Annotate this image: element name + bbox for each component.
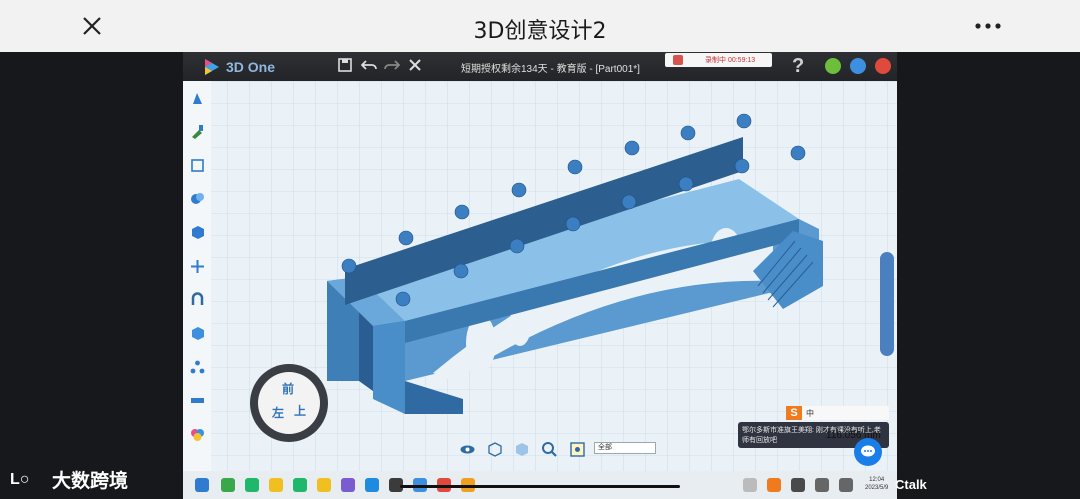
recording-indicator: 录制中 00:59:13 [665,53,772,67]
redo-icon[interactable] [383,57,401,75]
cube-face-right[interactable]: 上 [294,402,306,419]
color-icon[interactable] [190,427,205,442]
shared-screen: 3D One 短期授权剩余134天 - 教育版 - [Part001*] 录制中… [183,52,897,499]
app-name: 3D One [226,59,276,75]
tray-icon-1[interactable] [743,478,757,492]
view-cube[interactable]: 前 左 上 [250,364,328,442]
svg-text:L○: L○ [10,471,29,488]
solid-icon[interactable] [190,326,205,341]
undo-icon[interactable] [360,57,378,75]
sketch-icon[interactable] [190,91,205,106]
zoom-icon[interactable] [541,441,558,458]
move-icon[interactable] [190,259,205,274]
save-icon[interactable] [336,57,354,75]
app-header: 3D创意设计2 [0,0,1080,52]
page-title: 3D创意设计2 [473,19,607,44]
cube-face-left[interactable]: 左 [272,404,284,421]
side-panel-handle[interactable] [880,252,894,356]
shape-icon[interactable] [190,158,205,173]
shaded-icon[interactable] [513,441,530,458]
tray-icon-2[interactable] [767,478,781,492]
maximize-button[interactable] [850,58,866,74]
wireframe-icon[interactable] [486,441,503,458]
app-icon-4[interactable] [317,478,331,492]
magnet-icon[interactable] [190,292,205,307]
tray-clock[interactable]: 12:04 2023/5/9 [865,476,888,492]
brush-icon[interactable] [190,124,205,139]
app-titlebar: 3D One 短期授权剩余134天 - 教育版 - [Part001*] 录制中… [183,52,897,81]
left-toolbar [183,81,211,471]
brand-left: 大数跨境 [52,471,129,492]
combine-icon[interactable] [190,191,205,206]
ime-logo: S [786,406,802,420]
tray-time: 12:04 [869,477,885,483]
tray-icon-3[interactable] [791,478,805,492]
document-title: 短期授权剩余134天 - 教育版 - [Part001*] [461,64,640,75]
app-icon-5[interactable] [341,478,355,492]
view-filter-select[interactable]: 全部 [594,442,656,454]
help-icon[interactable]: ? [792,55,804,78]
browser-icon[interactable] [221,478,235,492]
wifi-icon[interactable] [815,478,829,492]
chat-button[interactable] [854,438,882,466]
close-window-button[interactable] [875,58,891,74]
cube-icon[interactable] [190,225,205,240]
measure-icon[interactable] [190,393,205,408]
cube-face-top[interactable]: 前 [282,380,294,397]
pattern-icon[interactable] [190,360,205,375]
app-logo-icon [205,59,219,75]
chat-icon [861,445,875,457]
eye-icon[interactable] [459,441,476,458]
volume-icon[interactable] [839,478,853,492]
delete-icon[interactable] [406,57,424,75]
fit-view-icon[interactable] [569,441,586,458]
video-progress-bar[interactable] [400,485,680,488]
3d-viewport[interactable]: 前 左 上 S 中 鄂尔多斯市准旗王美翔: 刚才有课没有听上,老师有回放吧 [183,81,897,471]
minimize-button[interactable] [825,58,841,74]
brand-right: Ctalk [895,477,927,492]
record-icon [673,55,683,65]
app-icon-3[interactable] [293,478,307,492]
more-horizontal-icon[interactable] [970,14,1006,38]
ime-mode[interactable]: 中 [806,408,814,419]
zoom-readout: 116.056 mm [826,430,881,441]
app-icon-2[interactable] [269,478,283,492]
start-icon[interactable] [195,478,209,492]
tray-date: 2023/5/9 [865,485,889,491]
app-icon-1[interactable] [245,478,259,492]
app-icon-6[interactable] [365,478,379,492]
recording-timer: 录制中 00:59:13 [705,57,756,64]
brand-logo-icon: L○ [10,471,29,488]
ime-bar[interactable]: S 中 [786,406,889,420]
